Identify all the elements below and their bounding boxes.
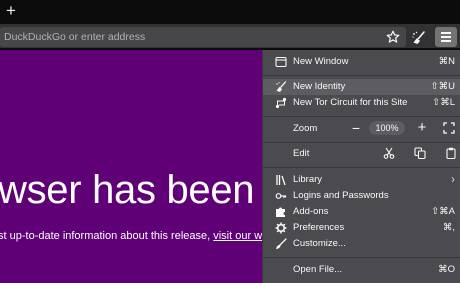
menu-item-label: Logins and Passwords bbox=[293, 190, 389, 201]
menu-item-shortcut: ⇧⌘U bbox=[430, 81, 455, 92]
url-placeholder[interactable]: DuckDuckGo or enter address bbox=[4, 31, 145, 43]
page-subtext: st up-to-date information about this rel… bbox=[0, 230, 263, 242]
menu-item-zoom: Zoom − 100% + bbox=[263, 119, 460, 137]
menu-item-new-identity[interactable]: New Identity ⇧⌘U bbox=[263, 79, 460, 95]
subtext-prefix: st up-to-date information about this rel… bbox=[0, 230, 214, 242]
zoom-in-button[interactable]: + bbox=[415, 119, 429, 136]
menu-item-label: New Tor Circuit for this Site bbox=[293, 97, 408, 108]
menu-item-new-tor-circuit[interactable]: New Tor Circuit for this Site ⇧⌘L bbox=[263, 95, 460, 111]
menu-item-shortcut: ⌘, bbox=[442, 222, 455, 233]
page-headline: wser has been upd bbox=[0, 168, 263, 212]
zoom-out-button[interactable]: − bbox=[349, 120, 363, 136]
menu-separator bbox=[263, 116, 460, 117]
app-menu-panel: New Window ⌘N New Identity ⇧⌘U New Tor C… bbox=[262, 50, 460, 283]
menu-separator bbox=[263, 257, 460, 258]
menu-item-label: Open File... bbox=[293, 264, 343, 275]
menu-item-shortcut: ⌘O bbox=[438, 264, 455, 275]
menu-item-shortcut: ⌘N bbox=[438, 56, 455, 67]
menu-item-label: New Identity bbox=[293, 81, 346, 92]
library-icon bbox=[276, 175, 286, 186]
menu-item-customize[interactable]: Customize... bbox=[263, 236, 460, 252]
menu-item-logins[interactable]: Logins and Passwords bbox=[263, 188, 460, 204]
menu-item-label: Add-ons bbox=[293, 206, 329, 217]
menu-item-addons[interactable]: Add-ons ⇧⌘A bbox=[263, 204, 460, 220]
menu-item-open-file[interactable]: Open File... ⌘O bbox=[263, 262, 460, 278]
broom-icon bbox=[276, 81, 287, 92]
menu-line-icon bbox=[441, 36, 451, 38]
menu-item-new-window[interactable]: New Window ⌘N bbox=[263, 54, 460, 70]
bookmark-star-icon[interactable] bbox=[386, 30, 400, 44]
key-icon bbox=[275, 193, 287, 199]
menu-item-shortcut: ⇧⌘L bbox=[432, 97, 455, 108]
page-content: wser has been upd st up-to-date informat… bbox=[0, 50, 263, 283]
menu-item-library[interactable]: Library › bbox=[263, 172, 460, 188]
chevron-right-icon: › bbox=[451, 172, 455, 186]
menu-item-label: Preferences bbox=[293, 222, 345, 233]
hamburger-menu-button[interactable] bbox=[435, 27, 457, 47]
new-tab-button[interactable]: + bbox=[2, 2, 20, 20]
puzzle-piece-icon bbox=[276, 207, 285, 217]
circuit-icon bbox=[275, 97, 287, 109]
window-icon bbox=[275, 56, 287, 68]
menu-separator bbox=[263, 167, 460, 168]
menu-line-icon bbox=[441, 32, 451, 34]
fullscreen-icon[interactable] bbox=[443, 122, 455, 134]
menu-item-label: Customize... bbox=[293, 238, 346, 249]
cut-scissors-icon[interactable] bbox=[383, 147, 395, 159]
new-identity-broom-icon[interactable] bbox=[411, 30, 427, 46]
release-notes-link[interactable]: visit our webs bbox=[213, 230, 263, 242]
copy-icon[interactable] bbox=[414, 147, 426, 159]
menu-separator bbox=[263, 75, 460, 76]
edit-label: Edit bbox=[293, 148, 310, 159]
menu-item-shortcut: ⇧⌘A bbox=[431, 206, 455, 217]
menu-line-icon bbox=[441, 40, 451, 42]
menu-item-label: Library bbox=[293, 174, 323, 185]
menu-item-label: New Window bbox=[293, 56, 349, 67]
tab-strip: + bbox=[0, 0, 460, 24]
navigation-toolbar: DuckDuckGo or enter address bbox=[0, 24, 460, 49]
zoom-label: Zoom bbox=[293, 123, 318, 134]
zoom-reset-button[interactable]: 100% bbox=[369, 121, 405, 135]
url-bar[interactable]: DuckDuckGo or enter address bbox=[0, 27, 406, 47]
menu-separator bbox=[263, 142, 460, 143]
menu-item-edit: Edit bbox=[263, 146, 460, 162]
paste-clipboard-icon[interactable] bbox=[445, 147, 457, 159]
gear-icon bbox=[275, 222, 287, 234]
paintbrush-icon bbox=[276, 238, 287, 249]
menu-item-preferences[interactable]: Preferences ⌘, bbox=[263, 220, 460, 236]
